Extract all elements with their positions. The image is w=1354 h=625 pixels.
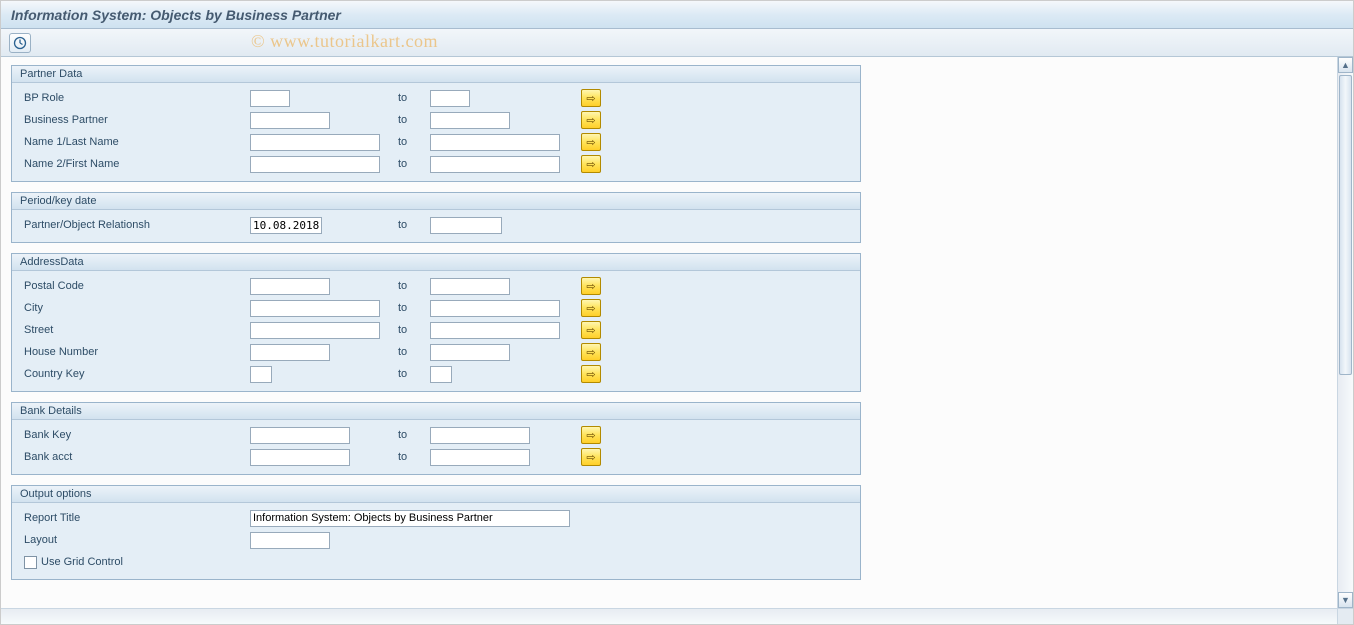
label-layout: Layout <box>20 534 250 546</box>
label-partner-object-rel: Partner/Object Relationsh <box>20 219 250 231</box>
group-title-output: Output options <box>12 486 860 503</box>
layout-input[interactable] <box>250 532 330 549</box>
horizontal-scrollbar[interactable] <box>1 608 1337 624</box>
name1-to[interactable] <box>430 134 560 151</box>
house-number-multiple-icon[interactable]: ⇨ <box>581 343 601 361</box>
scroll-down-icon[interactable]: ▼ <box>1338 592 1353 608</box>
use-grid-checkbox[interactable] <box>24 556 37 569</box>
postal-code-multiple-icon[interactable]: ⇨ <box>581 277 601 295</box>
to-label: to <box>390 114 430 126</box>
group-output: Output options Report Title Layout Use G… <box>11 485 861 580</box>
street-from[interactable] <box>250 322 380 339</box>
street-to[interactable] <box>430 322 560 339</box>
label-name1: Name 1/Last Name <box>20 136 250 148</box>
bp-role-to[interactable] <box>430 90 470 107</box>
to-label: to <box>390 219 430 231</box>
to-label: to <box>390 451 430 463</box>
country-key-to[interactable] <box>430 366 452 383</box>
business-partner-from[interactable] <box>250 112 330 129</box>
bank-acct-from[interactable] <box>250 449 350 466</box>
to-label: to <box>390 280 430 292</box>
to-label: to <box>390 136 430 148</box>
partner-object-rel-to[interactable] <box>430 217 502 234</box>
to-label: to <box>390 158 430 170</box>
street-multiple-icon[interactable]: ⇨ <box>581 321 601 339</box>
label-report-title: Report Title <box>20 512 250 524</box>
label-bank-acct: Bank acct <box>20 451 250 463</box>
group-address: AddressData Postal Code to ⇨ City to <box>11 253 861 392</box>
group-period: Period/key date Partner/Object Relations… <box>11 192 861 243</box>
label-postal-code: Postal Code <box>20 280 250 292</box>
label-business-partner: Business Partner <box>20 114 250 126</box>
bank-key-multiple-icon[interactable]: ⇨ <box>581 426 601 444</box>
group-title-address: AddressData <box>12 254 860 271</box>
city-multiple-icon[interactable]: ⇨ <box>581 299 601 317</box>
to-label: to <box>390 324 430 336</box>
house-number-from[interactable] <box>250 344 330 361</box>
label-use-grid: Use Grid Control <box>41 556 123 568</box>
execute-button[interactable] <box>9 33 31 53</box>
postal-code-from[interactable] <box>250 278 330 295</box>
group-partner-data: Partner Data BP Role to ⇨ Business Partn… <box>11 65 861 182</box>
group-bank: Bank Details Bank Key to ⇨ Bank acct to <box>11 402 861 475</box>
partner-object-rel-from[interactable] <box>250 217 322 234</box>
name1-from[interactable] <box>250 134 380 151</box>
house-number-to[interactable] <box>430 344 510 361</box>
to-label: to <box>390 92 430 104</box>
label-country-key: Country Key <box>20 368 250 380</box>
to-label: to <box>390 429 430 441</box>
group-title-partner-data: Partner Data <box>12 66 860 83</box>
group-title-bank: Bank Details <box>12 403 860 420</box>
bank-acct-to[interactable] <box>430 449 530 466</box>
scroll-corner <box>1337 608 1353 624</box>
label-bp-role: BP Role <box>20 92 250 104</box>
scroll-thumb[interactable] <box>1339 75 1352 375</box>
selection-screen: Partner Data BP Role to ⇨ Business Partn… <box>1 57 1337 624</box>
title-bar: Information System: Objects by Business … <box>1 1 1353 29</box>
label-city: City <box>20 302 250 314</box>
city-to[interactable] <box>430 300 560 317</box>
country-key-from[interactable] <box>250 366 272 383</box>
bp-role-from[interactable] <box>250 90 290 107</box>
business-partner-multiple-icon[interactable]: ⇨ <box>581 111 601 129</box>
label-house-number: House Number <box>20 346 250 358</box>
bp-role-multiple-icon[interactable]: ⇨ <box>581 89 601 107</box>
label-street: Street <box>20 324 250 336</box>
content-wrapper: Partner Data BP Role to ⇨ Business Partn… <box>1 57 1353 624</box>
bank-key-from[interactable] <box>250 427 350 444</box>
bank-acct-multiple-icon[interactable]: ⇨ <box>581 448 601 466</box>
country-key-multiple-icon[interactable]: ⇨ <box>581 365 601 383</box>
business-partner-to[interactable] <box>430 112 510 129</box>
name2-multiple-icon[interactable]: ⇨ <box>581 155 601 173</box>
label-name2: Name 2/First Name <box>20 158 250 170</box>
to-label: to <box>390 346 430 358</box>
name1-multiple-icon[interactable]: ⇨ <box>581 133 601 151</box>
label-bank-key: Bank Key <box>20 429 250 441</box>
bank-key-to[interactable] <box>430 427 530 444</box>
clock-icon <box>13 36 27 50</box>
vertical-scrollbar[interactable]: ▲ ▼ <box>1337 57 1353 624</box>
report-title-input[interactable] <box>250 510 570 527</box>
city-from[interactable] <box>250 300 380 317</box>
name2-to[interactable] <box>430 156 560 173</box>
watermark-text: © www.tutorialkart.com <box>251 31 438 52</box>
to-label: to <box>390 302 430 314</box>
window-title: Information System: Objects by Business … <box>11 7 341 23</box>
postal-code-to[interactable] <box>430 278 510 295</box>
name2-from[interactable] <box>250 156 380 173</box>
scroll-up-icon[interactable]: ▲ <box>1338 57 1353 73</box>
app-frame: Information System: Objects by Business … <box>0 0 1354 625</box>
application-toolbar: © www.tutorialkart.com <box>1 29 1353 57</box>
group-title-period: Period/key date <box>12 193 860 210</box>
to-label: to <box>390 368 430 380</box>
